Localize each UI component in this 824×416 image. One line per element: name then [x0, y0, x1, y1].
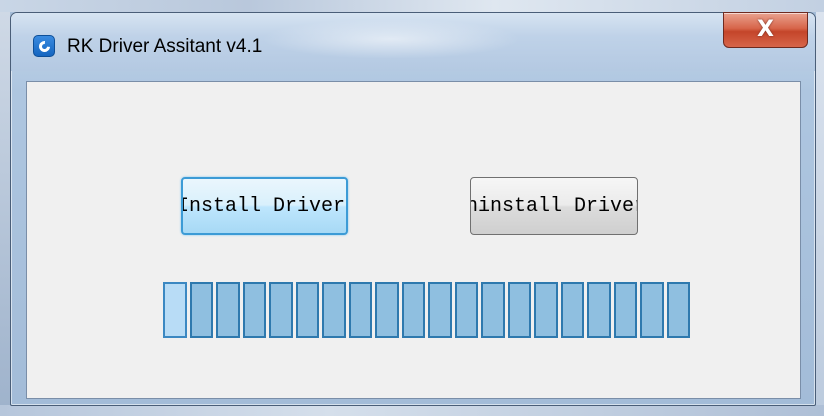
title-bar-glare: [261, 19, 521, 59]
progress-segment: [322, 282, 346, 338]
progress-segment: [534, 282, 558, 338]
title-bar[interactable]: RK Driver Assitant v4.1: [11, 13, 815, 71]
progress-segment: [640, 282, 664, 338]
progress-segment: [454, 282, 478, 338]
install-driver-label: Install Driver: [181, 194, 346, 218]
progress-bar: [163, 282, 694, 338]
desktop-background-right: [816, 12, 824, 406]
progress-segment: [375, 282, 399, 338]
window-title: RK Driver Assitant v4.1: [67, 36, 263, 57]
install-driver-button[interactable]: Install Driver: [181, 177, 348, 235]
uninstall-driver-button[interactable]: Uninstall Driver: [470, 177, 638, 235]
progress-segment: [666, 282, 690, 338]
progress-segment: [613, 282, 637, 338]
progress-segment: [163, 282, 187, 338]
desktop-background-bottom: [0, 405, 824, 416]
progress-segment: [401, 282, 425, 338]
progress-segment: [242, 282, 266, 338]
progress-segment: [560, 282, 584, 338]
desktop-background-top: [0, 0, 824, 12]
progress-segment: [295, 282, 319, 338]
app-window: RK Driver Assitant v4.1 X Install Driver…: [10, 12, 816, 406]
progress-segment: [348, 282, 372, 338]
progress-segment: [428, 282, 452, 338]
close-icon: X: [757, 17, 774, 42]
close-button[interactable]: X: [723, 12, 808, 48]
progress-segment: [216, 282, 240, 338]
progress-segment: [507, 282, 531, 338]
progress-segment: [481, 282, 505, 338]
app-logo-icon[interactable]: [33, 35, 55, 57]
progress-segment: [587, 282, 611, 338]
progress-segment: [189, 282, 213, 338]
uninstall-driver-label: Uninstall Driver: [471, 194, 637, 218]
client-area: Install Driver Uninstall Driver: [26, 81, 801, 399]
desktop-background-left: [0, 12, 10, 406]
progress-segment: [269, 282, 293, 338]
